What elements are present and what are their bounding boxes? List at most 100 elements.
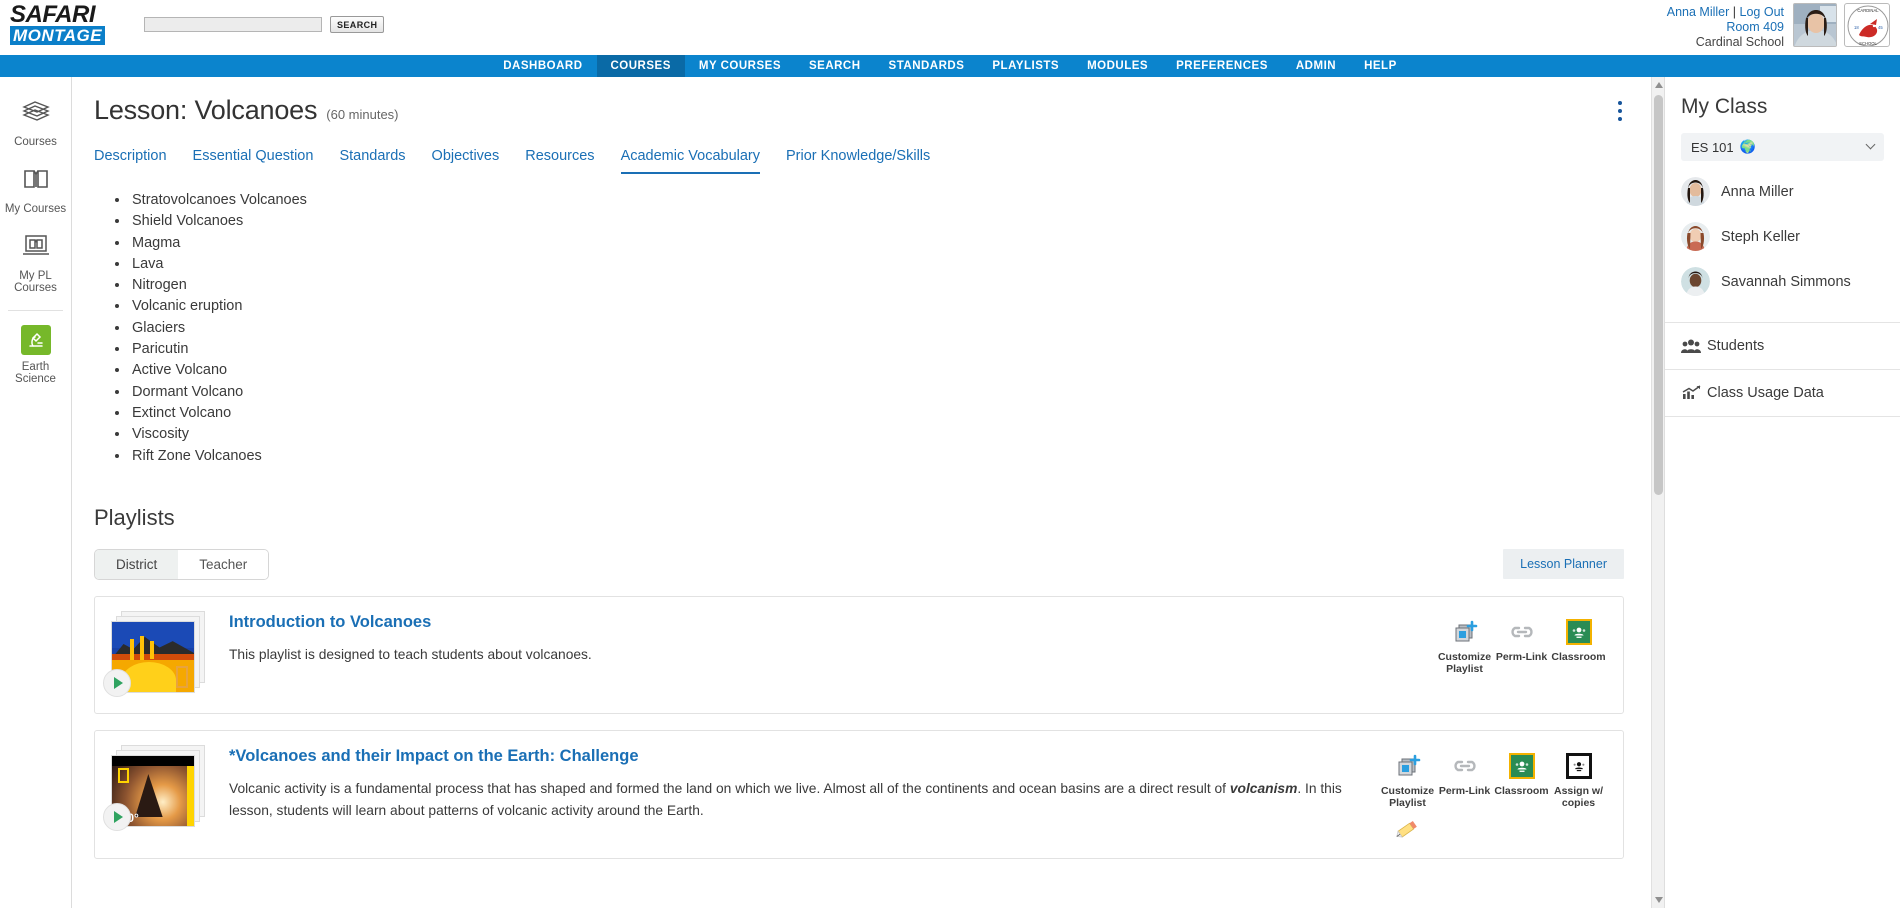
kebab-menu-icon[interactable] bbox=[1618, 101, 1622, 125]
students-group-icon bbox=[1681, 338, 1707, 354]
tab-academic-vocabulary[interactable]: Academic Vocabulary bbox=[620, 148, 760, 174]
avatar bbox=[1681, 222, 1710, 251]
nav-item-my-courses[interactable]: MY COURSES bbox=[685, 55, 795, 77]
nav-item-modules[interactable]: MODULES bbox=[1073, 55, 1162, 77]
edit-playlist-button[interactable] bbox=[1379, 817, 1436, 844]
assign-copies-icon bbox=[1565, 752, 1592, 779]
link-icon bbox=[1436, 751, 1493, 781]
rail-label-courses: Courses bbox=[14, 136, 57, 148]
google-classroom-label: Classroom bbox=[1551, 650, 1606, 663]
tab-standards[interactable]: Standards bbox=[339, 148, 405, 174]
student-row[interactable]: Savannah Simmons bbox=[1681, 267, 1884, 296]
google-classroom-button[interactable]: Classroom bbox=[1550, 617, 1607, 663]
label-line2: copies bbox=[1561, 796, 1596, 809]
rail-item-courses[interactable]: Courses bbox=[0, 91, 71, 158]
nav-item-playlists[interactable]: PLAYLISTS bbox=[978, 55, 1073, 77]
scroll-up-arrow[interactable] bbox=[1655, 82, 1663, 88]
rail-item-my-pl-courses[interactable]: My PL Courses bbox=[0, 225, 71, 304]
laptop-book-icon bbox=[20, 235, 52, 263]
tab-prior-knowledge[interactable]: Prior Knowledge/Skills bbox=[786, 148, 930, 174]
nav-item-dashboard[interactable]: DASHBOARD bbox=[489, 55, 596, 77]
playlist-card-body: Introduction to Volcanoes This playlist … bbox=[229, 611, 1436, 699]
rail-item-my-courses[interactable]: My Courses bbox=[0, 158, 71, 225]
perm-link-button[interactable]: Perm-Link bbox=[1436, 751, 1493, 797]
rail-item-earth-science[interactable]: Earth Science bbox=[0, 317, 71, 395]
student-row[interactable]: Steph Keller bbox=[1681, 222, 1884, 251]
perm-link-button[interactable]: Perm-Link bbox=[1493, 617, 1550, 663]
scroll-down-arrow[interactable] bbox=[1655, 897, 1663, 903]
play-icon[interactable] bbox=[103, 668, 131, 697]
label-line1: Customize bbox=[1437, 650, 1492, 663]
nav-item-help[interactable]: HELP bbox=[1350, 55, 1411, 77]
account-area: Anna Miller | Log Out Room 409 Cardinal … bbox=[1667, 3, 1890, 50]
list-item: Extinct Volcano bbox=[130, 403, 1624, 424]
students-link[interactable]: Students bbox=[1665, 323, 1900, 370]
kebab-dot bbox=[1618, 101, 1622, 105]
playlist-description: Volcanic activity is a fundamental proce… bbox=[229, 778, 1365, 822]
list-item: Dormant Volcano bbox=[130, 382, 1624, 403]
avatar-photo bbox=[1794, 4, 1836, 46]
logout-link[interactable]: Log Out bbox=[1740, 5, 1784, 19]
tab-objectives[interactable]: Objectives bbox=[432, 148, 500, 174]
list-item: Rift Zone Volcanoes bbox=[130, 446, 1624, 467]
search-button[interactable]: SEARCH bbox=[330, 16, 385, 33]
perm-link-label: Perm-Link bbox=[1438, 784, 1491, 797]
playlist-card[interactable]: Introduction to Volcanoes This playlist … bbox=[94, 595, 1624, 714]
customize-playlist-icon bbox=[1436, 617, 1493, 647]
customize-playlist-button[interactable]: Customize Playlist bbox=[1436, 617, 1493, 675]
assign-with-copies-button[interactable]: Assign w/ copies bbox=[1550, 751, 1607, 809]
label-line2: Playlist bbox=[1446, 662, 1483, 675]
tab-description[interactable]: Description bbox=[94, 148, 167, 174]
playlist-card[interactable]: 360° *Volcanoes and their Impact on the … bbox=[94, 729, 1624, 859]
scrollbar-thumb[interactable] bbox=[1654, 95, 1663, 495]
playlist-title-link[interactable]: Introduction to Volcanoes bbox=[229, 613, 1422, 632]
safari-montage-logo[interactable]: SAFARI MONTAGE bbox=[10, 1, 120, 46]
lesson-planner-button[interactable]: Lesson Planner bbox=[1503, 549, 1624, 580]
toggle-teacher[interactable]: Teacher bbox=[178, 549, 269, 579]
nav-item-admin[interactable]: ADMIN bbox=[1282, 55, 1350, 77]
nav-item-standards[interactable]: STANDARDS bbox=[875, 55, 979, 77]
playlist-card-body: *Volcanoes and their Impact on the Earth… bbox=[229, 745, 1379, 844]
logo-safari-text: SAFARI bbox=[10, 1, 96, 28]
svg-text:CARDINAL: CARDINAL bbox=[1857, 8, 1879, 13]
school-seal-icon: CARDINAL SCHOOL 18 45 bbox=[1847, 5, 1889, 46]
account-school: Cardinal School bbox=[1695, 35, 1784, 49]
search-input[interactable] bbox=[144, 17, 322, 32]
playlists-heading: Playlists bbox=[94, 504, 175, 530]
tab-essential-question[interactable]: Essential Question bbox=[193, 148, 314, 174]
main-content-area: Lesson: Volcanoes (60 minutes) Descripti… bbox=[72, 77, 1664, 908]
chart-trend-icon bbox=[1681, 385, 1707, 401]
class-usage-data-link[interactable]: Class Usage Data bbox=[1665, 370, 1900, 417]
tab-resources[interactable]: Resources bbox=[525, 148, 594, 174]
user-name-link[interactable]: Anna Miller bbox=[1667, 5, 1730, 19]
label-line2: Playlist bbox=[1389, 796, 1426, 809]
avatar bbox=[1681, 177, 1710, 206]
playlist-title-link[interactable]: *Volcanoes and their Impact on the Earth… bbox=[229, 747, 1365, 766]
global-search: SEARCH bbox=[144, 16, 385, 33]
class-usage-link-label: Class Usage Data bbox=[1707, 385, 1824, 401]
customize-playlist-button[interactable]: Customize Playlist bbox=[1379, 751, 1436, 844]
user-avatar[interactable] bbox=[1793, 3, 1837, 47]
toggle-district[interactable]: District bbox=[95, 549, 179, 579]
microscope-icon bbox=[20, 325, 51, 355]
playlist-actions: Customize Playlist bbox=[1379, 745, 1607, 844]
playlist-thumbnail[interactable] bbox=[103, 610, 215, 699]
playlist-description: This playlist is designed to teach stude… bbox=[229, 646, 592, 662]
rail-label-earth-science: Earth Science bbox=[2, 361, 69, 385]
play-icon[interactable] bbox=[103, 802, 131, 831]
google-classroom-button[interactable]: Classroom bbox=[1493, 751, 1550, 797]
rail-label-my-pl-line2: Courses bbox=[14, 282, 57, 294]
class-selector[interactable]: ES 101 🌍 bbox=[1681, 133, 1884, 161]
google-classroom-icon bbox=[1565, 618, 1592, 645]
account-separator: | bbox=[1732, 5, 1737, 19]
main-scrollbar[interactable] bbox=[1651, 77, 1664, 908]
books-icon bbox=[21, 101, 51, 129]
nav-item-preferences[interactable]: PREFERENCES bbox=[1162, 55, 1282, 77]
thumbnail-stack: 360° bbox=[103, 744, 207, 831]
svg-text:SCHOOL: SCHOOL bbox=[1859, 41, 1877, 46]
playlist-thumbnail[interactable]: 360° bbox=[103, 744, 215, 844]
student-row[interactable]: Anna Miller bbox=[1681, 177, 1884, 206]
nav-item-search[interactable]: SEARCH bbox=[795, 55, 875, 77]
kebab-dot bbox=[1618, 117, 1622, 121]
nav-item-courses[interactable]: COURSES bbox=[596, 55, 685, 77]
